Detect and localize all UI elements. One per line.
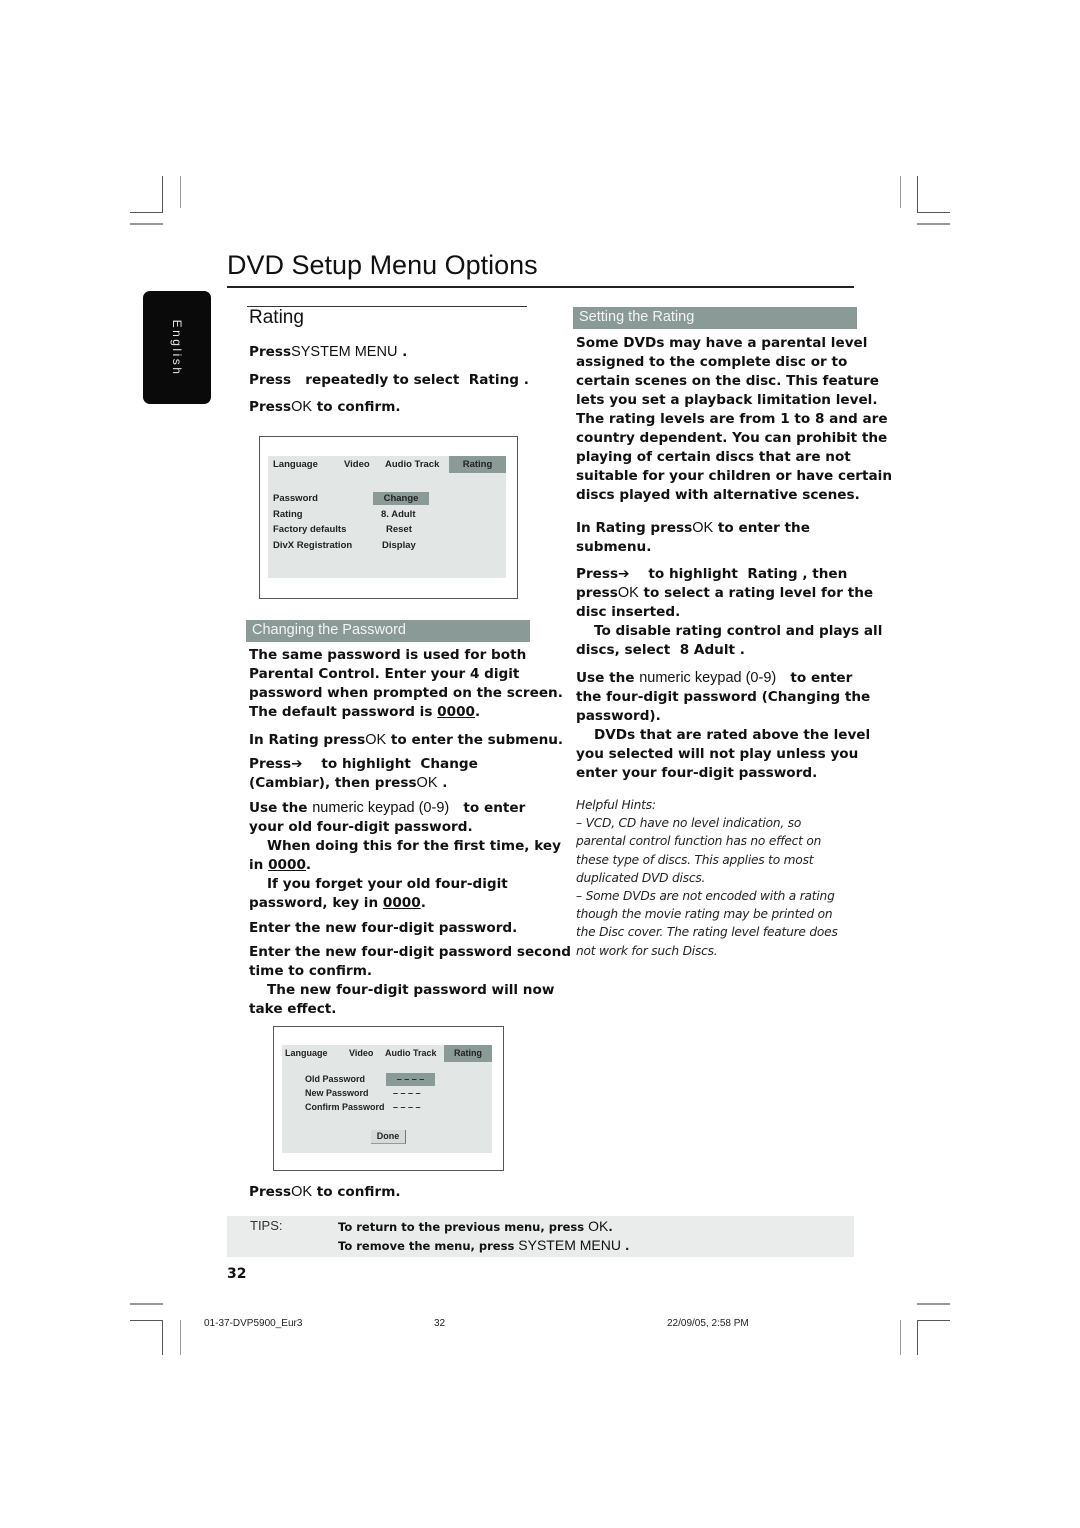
rating-step-2: Press repeatedly to select Rating . xyxy=(249,372,529,388)
changing-password-step-4: Enter the new four-digit password. xyxy=(249,920,518,936)
osd-row-value: Change xyxy=(373,492,429,505)
osd-tab-rating: Rating xyxy=(449,456,506,473)
changing-password-step-5: Enter the new four-digit password second… xyxy=(249,944,571,1017)
osd-field-value: – – – – xyxy=(393,1102,421,1112)
osd-row-label: Password xyxy=(273,493,318,504)
crop-mark xyxy=(180,176,181,208)
osd-done-button: Done xyxy=(371,1130,406,1144)
crop-mark xyxy=(130,223,163,225)
section-heading-rating: Rating xyxy=(249,307,304,328)
default-password: 0000 xyxy=(437,704,475,720)
changing-password-step-2: Press➔ to highlight Change (Cambiar), th… xyxy=(249,756,478,791)
page-number: 32 xyxy=(227,1266,247,1282)
key-name: SYSTEM MENU xyxy=(291,344,398,360)
rating-step-1: PressSYSTEM MENU . xyxy=(249,344,408,360)
crop-mark xyxy=(162,1320,163,1355)
changing-password-intro: The same password is used for both Paren… xyxy=(249,647,563,720)
helpful-hints-title: Helpful Hints: xyxy=(576,798,656,812)
osd-tab-rating: Rating xyxy=(444,1045,492,1062)
osd-row-value: Reset xyxy=(386,524,412,535)
confirm-step: PressOK to confirm. xyxy=(249,1184,401,1200)
crop-mark xyxy=(917,212,950,213)
setting-rating-step-3: Use the numeric keypad (0-9) to enter th… xyxy=(576,670,871,781)
osd-tab-audio-track: Audio Track xyxy=(385,1048,437,1058)
section-heading-changing-password: Changing the Password xyxy=(246,620,530,642)
setting-rating-step-1: In Rating pressOK to enter the submenu. xyxy=(576,520,810,555)
osd-field-value: – – – – xyxy=(393,1088,421,1098)
tips-content: To return to the previous menu, press OK… xyxy=(338,1218,630,1253)
key-name: OK xyxy=(291,399,313,415)
osd-panel: Language Video Audio Track Rating Old Pa… xyxy=(282,1045,492,1153)
osd-tab-audio-track: Audio Track xyxy=(385,459,440,470)
osd-row-value: 8. Adult xyxy=(381,509,416,520)
osd-row-value: Display xyxy=(382,540,416,551)
crop-mark xyxy=(917,1303,950,1305)
osd-tab-language: Language xyxy=(285,1048,328,1058)
osd-tab-language: Language xyxy=(273,459,318,470)
crop-mark xyxy=(917,1320,918,1355)
page-title: DVD Setup Menu Options xyxy=(227,250,538,280)
osd-screenshot-password-menu: Language Video Audio Track Rating Old Pa… xyxy=(273,1026,504,1171)
title-divider xyxy=(227,286,854,288)
section-heading-setting-rating: Setting the Rating xyxy=(573,307,857,329)
crop-mark xyxy=(917,176,918,213)
osd-screenshot-rating-menu: Language Video Audio Track Rating Passwo… xyxy=(259,436,518,599)
osd-panel: Language Video Audio Track Rating Passwo… xyxy=(268,456,506,578)
osd-row-label: Rating xyxy=(273,509,303,520)
footer-page: 32 xyxy=(434,1318,446,1329)
crop-mark xyxy=(180,1320,181,1355)
osd-row-label: DivX Registration xyxy=(273,540,353,551)
changing-password-step-3: Use the numeric keypad (0-9) to enter yo… xyxy=(249,800,561,911)
language-tab: English xyxy=(143,291,211,404)
language-tab-label: English xyxy=(170,319,184,376)
crop-mark xyxy=(900,1320,901,1355)
crop-mark xyxy=(130,1320,163,1321)
osd-tab-video: Video xyxy=(344,459,370,470)
osd-row-label: Factory defaults xyxy=(273,524,347,535)
crop-mark xyxy=(917,1320,950,1321)
helpful-hints: Helpful Hints: – VCD, CD have no level i… xyxy=(576,796,896,960)
crop-mark xyxy=(130,1303,163,1305)
footer-file-name: 01-37-DVP5900_Eur3 xyxy=(204,1318,303,1329)
osd-tab-video: Video xyxy=(349,1048,374,1058)
footer-date: 22/09/05, 2:58 PM xyxy=(667,1318,749,1329)
crop-mark xyxy=(162,176,163,213)
setting-rating-intro: Some DVDs may have a parental level assi… xyxy=(576,335,892,503)
rating-step-3: PressOK to confirm. xyxy=(249,399,401,415)
crop-mark xyxy=(130,212,163,213)
crop-mark xyxy=(917,223,950,225)
osd-field-value: – – – – xyxy=(386,1073,435,1086)
osd-field-label: Confirm Password xyxy=(305,1102,385,1112)
tips-label: TIPS: xyxy=(250,1218,283,1233)
changing-password-step-1: In Rating pressOK to enter the submenu. xyxy=(249,732,564,748)
setting-rating-step-2: Press➔ to highlight Rating , then pressO… xyxy=(576,566,883,658)
osd-field-label: New Password xyxy=(305,1088,369,1098)
crop-mark xyxy=(900,176,901,208)
osd-field-label: Old Password xyxy=(305,1074,366,1084)
